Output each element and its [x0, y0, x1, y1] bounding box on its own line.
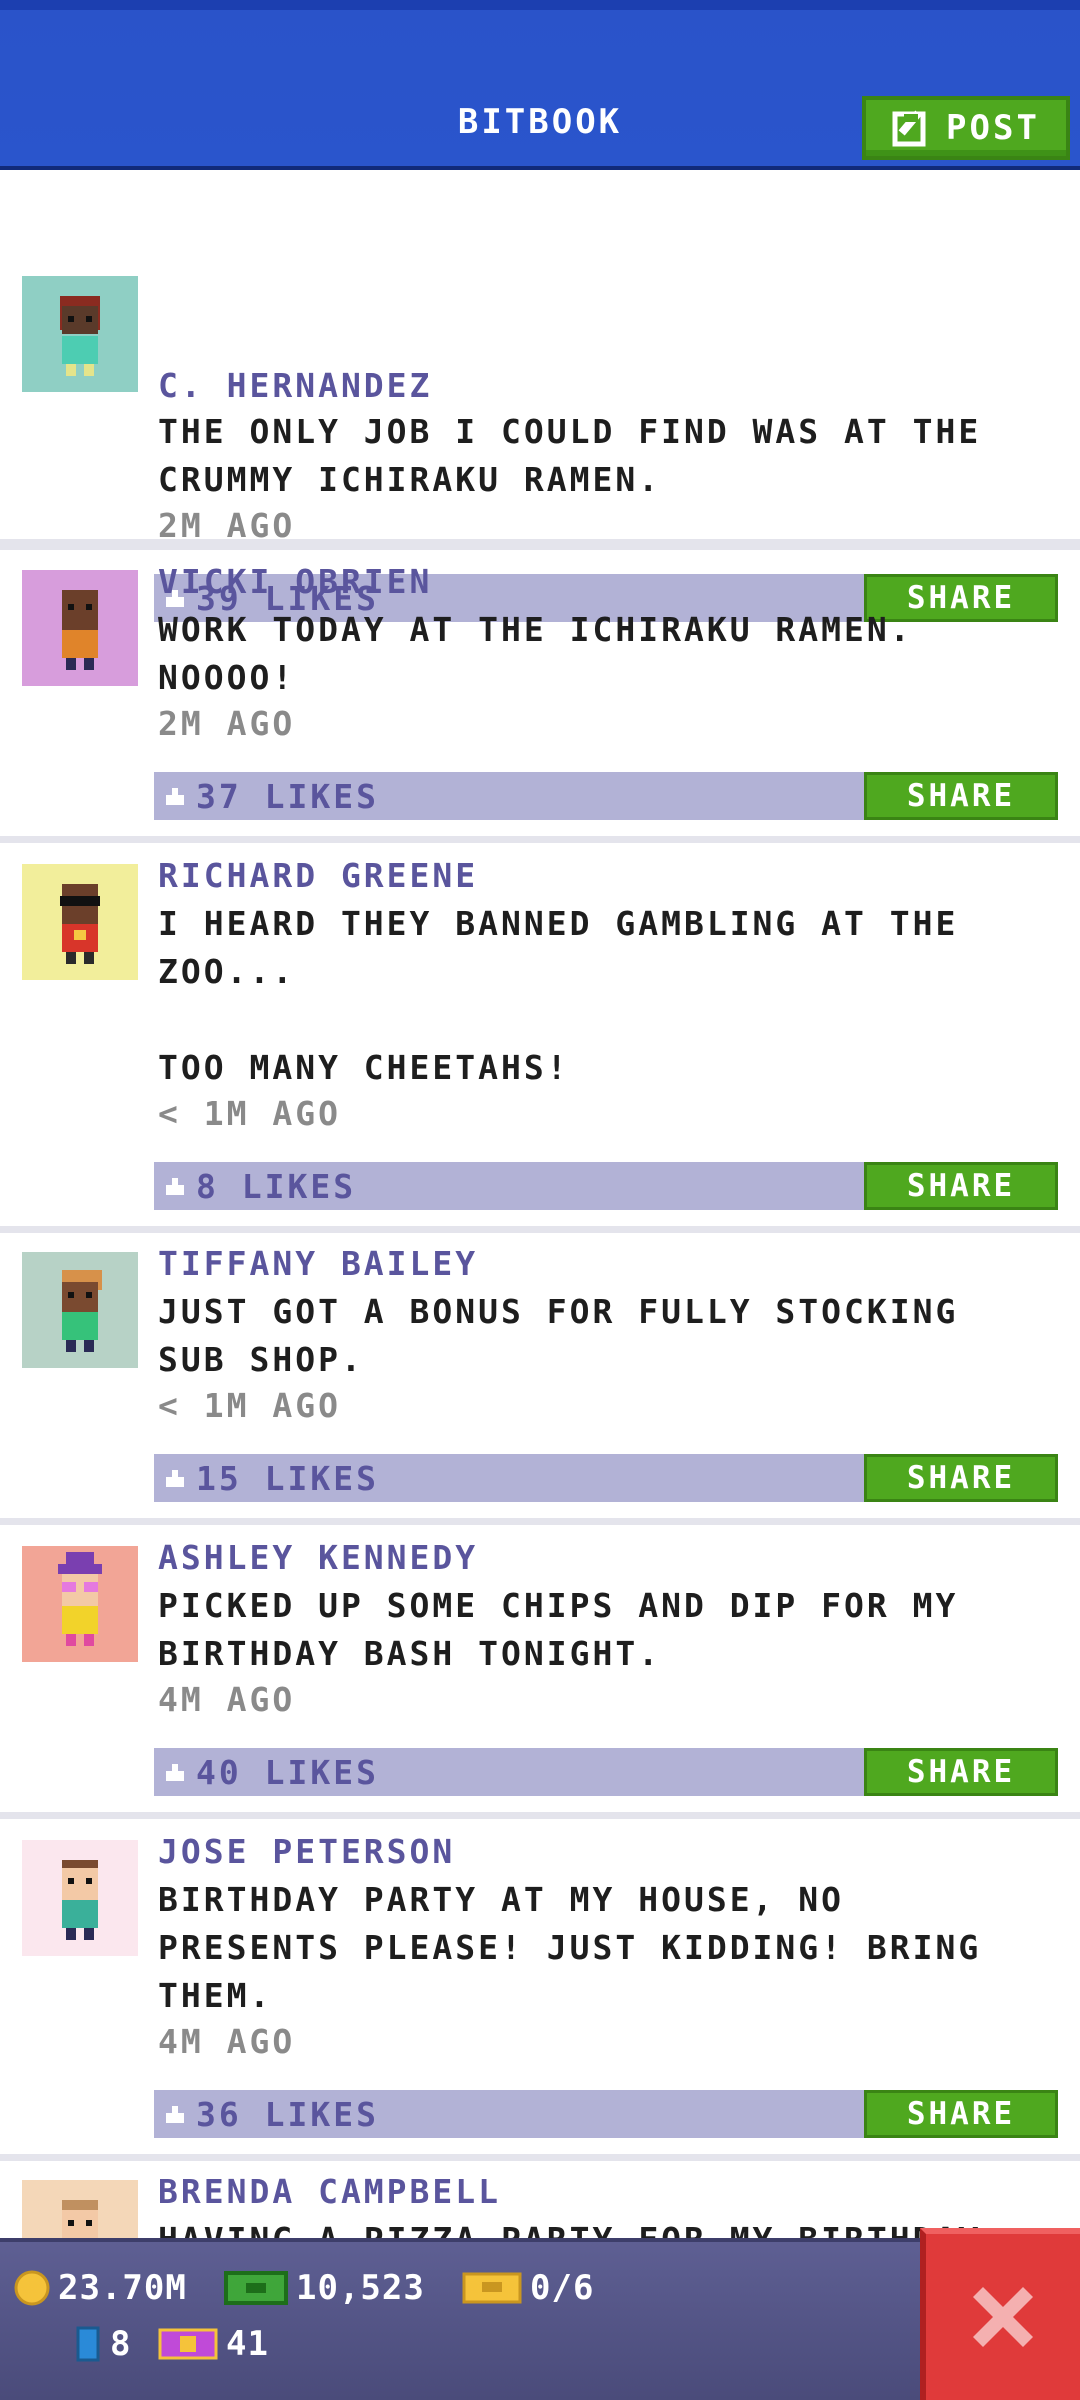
post-time: 4M AGO — [158, 2022, 296, 2061]
post-author[interactable]: VICKI OBRIEN — [158, 562, 432, 601]
divider — [0, 1812, 1080, 1819]
likes-bar: 36 LIKES — [154, 2090, 864, 2138]
thumbs-up-icon — [166, 2106, 184, 2123]
thumbs-up-icon — [166, 1470, 184, 1487]
divider — [0, 543, 1080, 550]
bux-stat: 10,523 — [224, 2268, 425, 2308]
post-author[interactable]: ASHLEY KENNEDY — [158, 1538, 478, 1577]
ticket-icon — [462, 2272, 522, 2304]
bux-value: 10,523 — [296, 2268, 425, 2308]
app-header: BITBOOK POST — [0, 0, 1080, 170]
divider — [0, 1518, 1080, 1525]
close-button[interactable] — [920, 2228, 1080, 2400]
share-button[interactable]: SHARE — [864, 1162, 1058, 1210]
share-button[interactable]: SHARE — [864, 772, 1058, 820]
post-message: I HEARD THEY BANNED GAMBLING AT THE ZOO.… — [158, 904, 959, 1087]
bux-icon — [224, 2271, 288, 2305]
likes-bar: 15 LIKES — [154, 1454, 864, 1502]
avatar[interactable] — [22, 864, 138, 980]
share-button[interactable]: SHARE — [864, 2090, 1058, 2138]
vip-stat: 8 — [74, 2324, 131, 2364]
post-message: PICKED UP SOME CHIPS AND DIP FOR MY BIRT… — [158, 1586, 959, 1673]
gifts-stat: 41 — [158, 2324, 269, 2364]
likes-count: 36 LIKES — [196, 2094, 379, 2134]
gifts-value: 41 — [226, 2324, 269, 2364]
avatar[interactable] — [22, 1840, 138, 1956]
edit-icon — [892, 110, 926, 147]
avatar[interactable] — [22, 570, 138, 686]
post-time: 2M AGO — [158, 506, 296, 545]
close-icon — [973, 2287, 1033, 2347]
post-author[interactable]: RICHARD GREENE — [158, 856, 478, 895]
vip-icon — [76, 2326, 100, 2362]
post-time: < 1M AGO — [158, 1094, 341, 1133]
post-time: 4M AGO — [158, 1680, 296, 1719]
post-author[interactable]: TIFFANY BAILEY — [158, 1244, 478, 1283]
likes-count: 40 LIKES — [196, 1752, 379, 1792]
coins-stat: 23.70M — [14, 2268, 187, 2308]
post-button[interactable]: POST — [862, 96, 1070, 160]
coin-icon — [14, 2270, 50, 2306]
post-item: C. HERNANDEZ THE ONLY JOB I COULD FIND W… — [0, 266, 1080, 622]
likes-count: 37 LIKES — [196, 776, 379, 816]
post-message: BIRTHDAY PARTY AT MY HOUSE, NO PRESENTS … — [158, 1880, 982, 2015]
avatar[interactable] — [22, 1546, 138, 1662]
avatar[interactable] — [22, 276, 138, 392]
share-button[interactable]: SHARE — [864, 1748, 1058, 1796]
likes-count: 8 LIKES — [196, 1166, 357, 1206]
divider — [0, 836, 1080, 843]
share-button[interactable]: SHARE — [864, 1454, 1058, 1502]
gift-icon — [158, 2328, 218, 2360]
post-author[interactable]: JOSE PETERSON — [158, 1832, 455, 1871]
coins-value: 23.70M — [58, 2268, 187, 2308]
post-author[interactable]: BRENDA CAMPBELL — [158, 2172, 501, 2211]
likes-bar: 8 LIKES — [154, 1162, 864, 1210]
tickets-stat: 0/6 — [462, 2268, 594, 2308]
likes-bar: 40 LIKES — [154, 1748, 864, 1796]
divider — [0, 2154, 1080, 2161]
post-button-label: POST — [946, 108, 1040, 148]
post-time: 2M AGO — [158, 704, 296, 743]
likes-bar: 37 LIKES — [154, 772, 864, 820]
post-message: JUST GOT A BONUS FOR FULLY STOCKING SUB … — [158, 1292, 959, 1379]
post-message: WORK TODAY AT THE ICHIRAKU RAMEN. NOOOO! — [158, 610, 913, 697]
post-author[interactable]: C. HERNANDEZ — [158, 366, 432, 405]
thumbs-up-icon — [166, 1178, 184, 1195]
tickets-value: 0/6 — [530, 2268, 595, 2308]
thumbs-up-icon — [166, 788, 184, 805]
avatar[interactable] — [22, 1252, 138, 1368]
post-message: THE ONLY JOB I COULD FIND WAS AT THE CRU… — [158, 412, 982, 499]
vip-value: 8 — [110, 2324, 132, 2364]
likes-count: 15 LIKES — [196, 1458, 379, 1498]
post-time: < 1M AGO — [158, 1386, 341, 1425]
thumbs-up-icon — [166, 1764, 184, 1781]
currency-bar: 23.70M 10,523 0/6 8 41 — [0, 2238, 1080, 2400]
divider — [0, 1226, 1080, 1233]
